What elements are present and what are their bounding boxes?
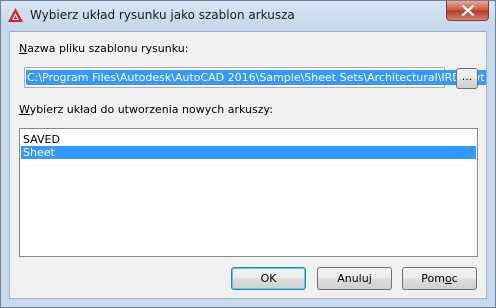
template-path-field[interactable]: C:\Program Files\Autodesk\AutoCAD 2016\S… xyxy=(24,67,486,88)
cancel-button[interactable]: Anuluj xyxy=(317,267,392,290)
layout-list-label: Wybierz układ do utworzenia nowych arkus… xyxy=(19,103,273,116)
close-icon xyxy=(462,5,474,16)
template-path-value: C:\Program Files\Autodesk\AutoCAD 2016\S… xyxy=(26,70,486,85)
browse-button[interactable]: ... xyxy=(456,68,478,89)
title-bar[interactable]: Wybierz układ rysunku jako szablon arkus… xyxy=(1,1,495,31)
template-file-label: Nazwa pliku szablonu rysunku: xyxy=(19,42,189,55)
window-title: Wybierz układ rysunku jako szablon arkus… xyxy=(30,8,295,22)
list-item-sheet[interactable]: Sheet xyxy=(21,146,476,159)
dialog-window: Wybierz układ rysunku jako szablon arkus… xyxy=(0,0,496,308)
ok-button[interactable]: OK xyxy=(231,267,306,290)
help-button[interactable]: Pomoc xyxy=(402,267,477,290)
autocad-logo-icon xyxy=(7,7,24,24)
layout-listbox[interactable]: SAVED Sheet xyxy=(19,128,478,257)
close-button[interactable] xyxy=(446,1,489,21)
dialog-body: Nazwa pliku szablonu rysunku: C:\Program… xyxy=(9,31,487,299)
list-item-saved[interactable]: SAVED xyxy=(21,133,476,146)
